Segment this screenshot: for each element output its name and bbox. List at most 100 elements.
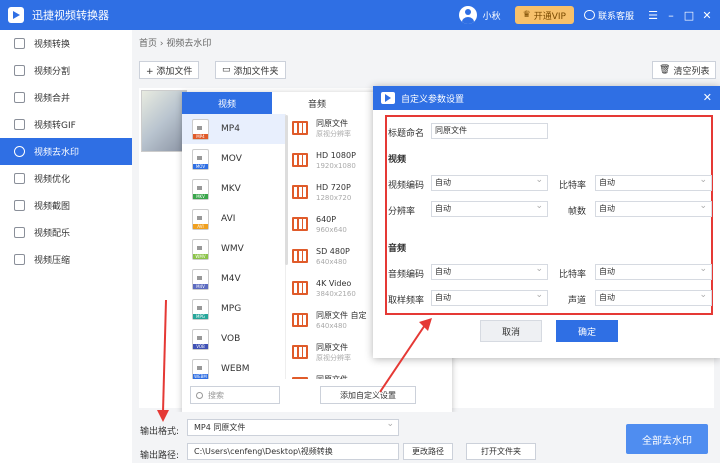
channels-label: 声道	[568, 296, 587, 306]
video-codec-select[interactable]: 自动	[431, 173, 548, 191]
format-item-wmv[interactable]: WMV WMV	[182, 234, 285, 264]
resolution-name: 同原文件	[316, 374, 351, 379]
resolution-select[interactable]: 自动	[431, 199, 548, 217]
output-path-label: 输出路径:	[140, 451, 180, 461]
resolution-text: 同原文件原视分辨率	[316, 118, 351, 140]
format-item-mkv[interactable]: MKV MKV	[182, 174, 285, 204]
resolution-item[interactable]: 同原文件原视分辨率	[292, 114, 372, 146]
name-input[interactable]: 同原文件	[431, 123, 548, 139]
cancel-button[interactable]: 取消	[480, 320, 542, 342]
channels-select[interactable]: 自动	[595, 288, 712, 306]
vip-button[interactable]: ♛ 开通VIP	[514, 6, 574, 24]
close-icon[interactable]: ✕	[698, 9, 716, 22]
add-folder-button[interactable]: ▭ 添加文件夹	[215, 61, 286, 79]
tab-audio[interactable]: 音频	[272, 92, 362, 114]
resolution-item[interactable]: HD 1080P 1920x1080	[292, 146, 372, 178]
framerate-select[interactable]: 自动	[595, 199, 712, 217]
video-file-icon: MP4	[192, 118, 209, 140]
resolution-item[interactable]: 同原文件原视分辨率	[292, 338, 372, 370]
format-tag: WMV	[193, 253, 208, 259]
resolution-item[interactable]: 640P 960x640	[292, 210, 372, 242]
resolution-text: 同原文件 自定 640x480	[316, 310, 367, 332]
resolution-size: 1280x720	[316, 194, 352, 202]
format-item-mov[interactable]: MOV MOV	[182, 144, 285, 174]
film-icon	[292, 217, 308, 231]
add-file-button[interactable]: + 添加文件	[139, 61, 200, 79]
format-label: M4V	[221, 274, 241, 284]
resolution-size: 原视分辨率	[316, 130, 351, 138]
film-icon	[292, 313, 308, 327]
resolution-item[interactable]: 同原文件原视分辨率	[292, 370, 372, 379]
audio-bitrate-select[interactable]: 自动	[595, 262, 712, 280]
format-item-mp4[interactable]: MP4 MP4	[182, 114, 285, 144]
sidebar-item-video-merge[interactable]: 视频合并	[0, 84, 132, 111]
app-logo-icon	[8, 7, 24, 23]
sidebar-item-video-screenshot[interactable]: 视频截图	[0, 192, 132, 219]
remove-all-watermark-button[interactable]: 全部去水印	[626, 424, 708, 454]
search-icon	[196, 391, 203, 399]
format-scrollbar[interactable]	[285, 115, 288, 265]
open-folder-button[interactable]: 打开文件夹	[466, 443, 536, 460]
format-tag: MOV	[193, 163, 208, 169]
output-format-select[interactable]: MP4 同原文件	[187, 417, 399, 436]
music-icon	[14, 227, 25, 238]
video-bitrate-label: 比特率	[559, 181, 587, 191]
watermark-icon	[14, 146, 25, 157]
change-path-button[interactable]: 更改路径	[403, 443, 453, 460]
film-icon	[292, 345, 308, 359]
video-file-icon: MPG	[192, 298, 209, 320]
menu-icon[interactable]: ☰	[644, 9, 662, 22]
sidebar-item-label: 视频截图	[34, 202, 71, 212]
resolution-name: 同原文件 自定	[316, 311, 367, 320]
gif-icon	[14, 119, 25, 130]
convert-icon	[14, 38, 25, 49]
sidebar-item-remove-watermark[interactable]: 视频去水印	[0, 138, 132, 165]
resolution-name: 同原文件	[316, 343, 348, 352]
resolution-item[interactable]: 同原文件 自定 640x480	[292, 306, 372, 338]
format-search-input[interactable]: 搜索	[190, 386, 280, 404]
format-item-avi[interactable]: AVI AVI	[182, 204, 285, 234]
resolution-size: 640x480	[316, 258, 347, 266]
user-avatar-icon[interactable]	[458, 6, 477, 24]
video-file-icon: M4V	[192, 268, 209, 290]
maximize-icon[interactable]: □	[680, 9, 698, 22]
video-section-title: 视频	[388, 155, 407, 165]
resolution-item[interactable]: 4K Video 3840x2160	[292, 274, 372, 306]
video-bitrate-select[interactable]: 自动	[595, 173, 712, 191]
resolution-item[interactable]: SD 480P 640x480	[292, 242, 372, 274]
format-item-mpg[interactable]: MPG MPG	[182, 294, 285, 324]
video-thumbnail[interactable]	[141, 90, 187, 152]
sidebar-item-video-music[interactable]: 视频配乐	[0, 219, 132, 246]
format-label: MPG	[221, 304, 242, 314]
close-icon[interactable]: ✕	[703, 91, 712, 104]
sidebar-item-video-optimize[interactable]: 视频优化	[0, 165, 132, 192]
output-path-field[interactable]: C:\Users\cenfeng\Desktop\视频转换	[187, 443, 399, 460]
support-button[interactable]: 联系客服	[583, 9, 634, 22]
ok-button[interactable]: 确定	[556, 320, 618, 342]
sidebar-item-video-split[interactable]: 视频分割	[0, 57, 132, 84]
clear-list-button[interactable]: 🗑 清空列表	[652, 61, 717, 79]
format-tag: MKV	[193, 193, 208, 199]
format-item-vob[interactable]: VOB VOB	[182, 324, 285, 354]
sidebar-item-label: 视频合并	[34, 94, 71, 104]
film-icon	[292, 185, 308, 199]
sidebar-item-label: 视频压缩	[34, 256, 71, 266]
resolution-text: 640P 960x640	[316, 214, 347, 236]
video-codec-label: 视频编码	[388, 181, 425, 191]
samplerate-select[interactable]: 自动	[431, 288, 548, 306]
sidebar-item-video-convert[interactable]: 视频转换	[0, 30, 132, 57]
sidebar-item-video-compress[interactable]: 视频压缩	[0, 246, 132, 273]
video-file-icon: VOB	[192, 328, 209, 350]
format-item-m4v[interactable]: M4V M4V	[182, 264, 285, 294]
resolution-text: 同原文件原视分辨率	[316, 374, 351, 379]
sidebar-item-label: 视频配乐	[34, 229, 71, 239]
samplerate-label: 取样频率	[388, 296, 425, 306]
sidebar-item-video-gif[interactable]: 视频转GIF	[0, 111, 132, 138]
tab-video[interactable]: 视频	[182, 92, 272, 114]
format-item-webm[interactable]: WEBM WEBM	[182, 354, 285, 379]
username[interactable]: 小秋	[483, 9, 501, 22]
minimize-icon[interactable]: –	[662, 9, 680, 22]
audio-codec-select[interactable]: 自动	[431, 262, 548, 280]
add-custom-setting-button[interactable]: 添加自定义设置	[320, 386, 416, 404]
resolution-item[interactable]: HD 720P 1280x720	[292, 178, 372, 210]
